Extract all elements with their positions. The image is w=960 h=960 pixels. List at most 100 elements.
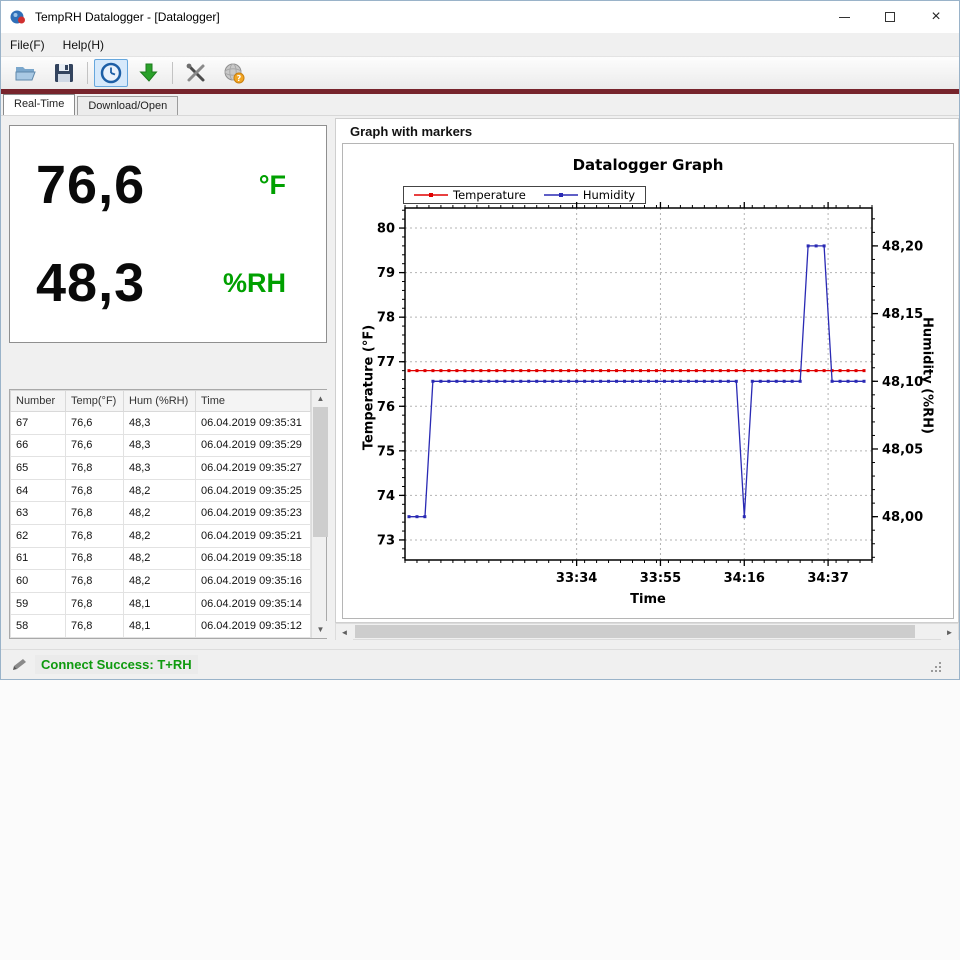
maximize-button[interactable]	[867, 1, 913, 33]
tab-real-time[interactable]: Real-Time	[3, 94, 75, 115]
svg-text:34:37: 34:37	[807, 571, 848, 586]
download-icon	[138, 62, 160, 84]
minimize-button[interactable]	[821, 1, 867, 33]
table-cell: 58	[11, 615, 66, 638]
table-cell: 76,8	[66, 592, 124, 615]
table-cell: 76,8	[66, 547, 124, 570]
table-cell: 48,3	[124, 434, 196, 457]
settings-button[interactable]	[179, 59, 213, 87]
tools-icon	[185, 62, 207, 84]
menu-bar: File(F) Help(H)	[1, 33, 959, 57]
humidity-unit: %RH	[223, 268, 286, 299]
table-row[interactable]: 6376,848,206.04.2019 09:35:23	[11, 502, 311, 525]
graph-panel-title: Graph with markers	[350, 124, 472, 139]
scroll-left-icon[interactable]: ◄	[336, 624, 353, 641]
svg-text:80: 80	[377, 222, 395, 237]
table-cell: 76,8	[66, 457, 124, 480]
resize-grip[interactable]	[929, 660, 941, 672]
graph-horizontal-scrollbar[interactable]: ◄ ►	[335, 623, 959, 640]
table-cell: 48,1	[124, 592, 196, 615]
table-cell: 48,3	[124, 412, 196, 435]
table-cell: 48,1	[124, 615, 196, 638]
table-cell: 06.04.2019 09:35:23	[196, 502, 311, 525]
table-header-cell[interactable]: Time	[196, 391, 311, 412]
table-header-cell[interactable]: Temp(°F)	[66, 391, 124, 412]
table-header-cell[interactable]: Number	[11, 391, 66, 412]
window-title: TempRH Datalogger - [Datalogger]	[35, 10, 220, 24]
scroll-up-icon[interactable]: ▲	[312, 390, 329, 407]
title-bar: TempRH Datalogger - [Datalogger] ×	[1, 1, 959, 33]
table-cell: 06.04.2019 09:35:18	[196, 547, 311, 570]
humidity-value: 48,3	[36, 252, 145, 314]
scroll-down-icon[interactable]: ▼	[312, 621, 329, 638]
svg-text:48,15: 48,15	[882, 307, 923, 322]
status-message: Connect Success: T+RH	[35, 655, 198, 674]
table-cell: 59	[11, 592, 66, 615]
table-row[interactable]: 6076,848,206.04.2019 09:35:16	[11, 570, 311, 593]
table-cell: 60	[11, 570, 66, 593]
status-bar: Connect Success: T+RH	[1, 649, 959, 679]
table-row[interactable]: 6276,848,206.04.2019 09:35:21	[11, 524, 311, 547]
table-cell: 48,2	[124, 570, 196, 593]
status-pen-icon	[13, 657, 29, 673]
tab-download-open[interactable]: Download/Open	[77, 96, 178, 115]
table-cell: 06.04.2019 09:35:27	[196, 457, 311, 480]
open-file-button[interactable]	[9, 59, 43, 87]
vertical-scroll-thumb[interactable]	[313, 407, 328, 537]
close-icon: ×	[931, 8, 940, 26]
table-cell: 06.04.2019 09:35:14	[196, 592, 311, 615]
horizontal-scroll-thumb[interactable]	[355, 625, 915, 638]
svg-text:79: 79	[377, 266, 395, 281]
live-readout-panel: 76,6 °F 48,3 %RH	[9, 125, 327, 343]
temperature-unit: °F	[259, 170, 286, 201]
table-cell: 48,3	[124, 457, 196, 480]
menu-help[interactable]: Help(H)	[54, 34, 113, 56]
download-button[interactable]	[132, 59, 166, 87]
table-cell: 06.04.2019 09:35:12	[196, 615, 311, 638]
table-cell: 06.04.2019 09:35:31	[196, 412, 311, 435]
toolbar-separator	[87, 62, 88, 84]
svg-text:48,20: 48,20	[882, 239, 923, 254]
table-row[interactable]: 6176,848,206.04.2019 09:35:18	[11, 547, 311, 570]
table-row[interactable]: 6776,648,306.04.2019 09:35:31	[11, 412, 311, 435]
table-cell: 64	[11, 479, 66, 502]
table-row[interactable]: 6476,848,206.04.2019 09:35:25	[11, 479, 311, 502]
scroll-right-icon[interactable]: ►	[941, 624, 958, 641]
svg-text:76: 76	[377, 400, 395, 415]
open-folder-icon	[14, 61, 38, 85]
svg-text:?: ?	[237, 74, 242, 83]
table-header-row: NumberTemp(°F)Hum (%RH)Time	[11, 391, 311, 412]
table-row[interactable]: 5976,848,106.04.2019 09:35:14	[11, 592, 311, 615]
table-vertical-scrollbar[interactable]: ▲ ▼	[311, 390, 326, 638]
app-icon	[9, 8, 27, 26]
realtime-clock-button[interactable]	[94, 59, 128, 87]
svg-text:33:34: 33:34	[556, 571, 597, 586]
table-row[interactable]: 6676,648,306.04.2019 09:35:29	[11, 434, 311, 457]
table-cell: 76,8	[66, 524, 124, 547]
table-cell: 06.04.2019 09:35:21	[196, 524, 311, 547]
table-row[interactable]: 6576,848,306.04.2019 09:35:27	[11, 457, 311, 480]
x-axis-label: Time	[343, 592, 953, 607]
readings-tbody: 6776,648,306.04.2019 09:35:316676,648,30…	[11, 412, 311, 638]
maximize-icon	[885, 12, 895, 22]
svg-text:74: 74	[377, 489, 395, 504]
chart-plot-svg: 737475767778798048,0048,0548,1048,1548,2…	[343, 144, 955, 620]
close-button[interactable]: ×	[913, 1, 959, 33]
connection-button[interactable]: ?	[217, 59, 251, 87]
table-cell: 06.04.2019 09:35:29	[196, 434, 311, 457]
svg-text:77: 77	[377, 355, 395, 370]
readings-table: NumberTemp(°F)Hum (%RH)Time 6776,648,306…	[10, 390, 311, 638]
save-button[interactable]	[47, 59, 81, 87]
table-row[interactable]: 5876,848,106.04.2019 09:35:12	[11, 615, 311, 638]
temperature-value: 76,6	[36, 154, 145, 216]
table-header-cell[interactable]: Hum (%RH)	[124, 391, 196, 412]
horizontal-scroll-track[interactable]	[353, 624, 941, 639]
svg-text:48,10: 48,10	[882, 375, 923, 390]
svg-text:73: 73	[377, 533, 395, 548]
svg-text:34:16: 34:16	[724, 571, 765, 586]
table-cell: 62	[11, 524, 66, 547]
table-cell: 48,2	[124, 524, 196, 547]
svg-text:78: 78	[377, 311, 395, 326]
app-window: TempRH Datalogger - [Datalogger] × File(…	[0, 0, 960, 680]
menu-file[interactable]: File(F)	[1, 34, 54, 56]
